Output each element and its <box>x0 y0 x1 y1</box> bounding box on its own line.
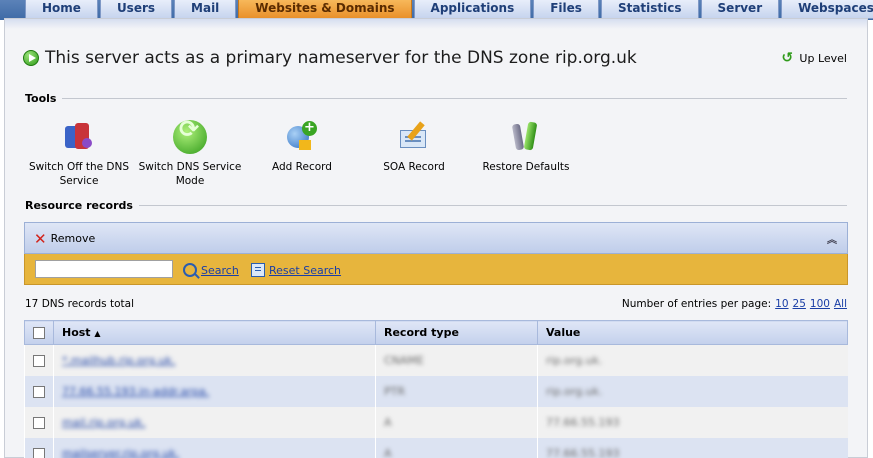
tab-websites-domains[interactable]: Websites & Domains <box>238 0 412 19</box>
tool-add-record[interactable]: + Add Record <box>262 120 342 174</box>
row-checkbox[interactable] <box>33 447 45 458</box>
tab-applications[interactable]: Applications <box>413 0 532 19</box>
tab-users[interactable]: Users <box>99 0 173 19</box>
per-page-100[interactable]: 100 <box>810 298 830 310</box>
tool-label: SOA Record <box>383 161 445 173</box>
entries-per-page: Number of entries per page: 10 25 100 Al… <box>622 298 847 310</box>
row-checkbox[interactable] <box>33 416 45 429</box>
tab-webspaces[interactable]: Webspaces <box>781 0 873 19</box>
row-type: A <box>384 446 392 458</box>
tab-files[interactable]: Files <box>533 0 599 19</box>
tool-switch-dns-mode[interactable]: Switch DNS Service Mode <box>136 120 244 188</box>
main-tabs: Home Users Mail Websites & Domains Applicati… <box>25 0 873 19</box>
tool-soa-record[interactable]: SOA Record <box>376 120 452 174</box>
search-input[interactable] <box>35 260 173 278</box>
select-all-checkbox[interactable] <box>33 327 45 339</box>
remove-x-icon: ✕ <box>34 229 47 248</box>
row-type: A <box>384 415 392 429</box>
row-host-link[interactable]: *.mailhub.rip.org.uk. <box>62 354 175 367</box>
tab-statistics[interactable]: Statistics <box>600 0 699 19</box>
sort-asc-icon: ▲ <box>94 329 101 338</box>
table-row: 77.66.55.193.in-addr.arpa. PTR rip.org.u… <box>24 375 848 407</box>
tools-divider <box>60 98 847 99</box>
page-title-text: This server acts as a primary nameserver… <box>45 48 637 68</box>
reset-search-icon <box>251 263 265 277</box>
resource-records-heading: Resource records <box>25 199 139 212</box>
row-value: rip.org.uk. <box>546 353 603 367</box>
records-divider <box>130 205 847 206</box>
search-icon <box>183 263 197 277</box>
table-row: mailserver.rip.org.uk. A 77.66.55.193 <box>24 437 848 458</box>
tool-label: Add Record <box>272 161 332 173</box>
dns-off-icon <box>62 120 96 154</box>
search-label: Search <box>201 263 239 277</box>
column-record-type[interactable]: Record type <box>375 320 538 345</box>
tool-label: Switch Off the DNS Service <box>28 161 130 187</box>
reset-search-label: Reset Search <box>269 263 342 277</box>
tab-server[interactable]: Server <box>700 0 780 19</box>
column-host[interactable]: Host ▲ <box>53 320 376 345</box>
restore-defaults-icon <box>509 120 543 154</box>
search-button[interactable]: Search <box>183 263 239 277</box>
reset-search-button[interactable]: Reset Search <box>251 263 341 277</box>
records-total: 17 DNS records total <box>25 298 134 310</box>
page-title: This server acts as a primary nameserver… <box>23 48 637 68</box>
row-host-link[interactable]: mail.rip.org.uk. <box>62 416 146 429</box>
tools-heading: Tools <box>25 92 63 105</box>
go-arrow-icon <box>23 50 39 66</box>
per-page-25[interactable]: 25 <box>793 298 806 310</box>
up-level-label: Up Level <box>799 51 847 65</box>
tab-home[interactable]: Home <box>25 0 98 19</box>
soa-record-icon <box>397 120 431 154</box>
per-page-label: Number of entries per page: <box>621 298 772 310</box>
host-header-label: Host <box>62 326 91 339</box>
row-host-link[interactable]: mailserver.rip.org.uk. <box>62 447 179 458</box>
up-level-link[interactable]: ↺ Up Level <box>781 51 847 65</box>
tools-panel: Switch Off the DNS Service Switch DNS Se… <box>22 120 622 190</box>
per-page-10[interactable]: 10 <box>775 298 788 310</box>
list-toolbar: ✕ Remove ︽ <box>24 222 848 254</box>
row-host-link[interactable]: 77.66.55.193.in-addr.arpa. <box>62 385 209 398</box>
row-value: 77.66.55.193 <box>546 415 620 429</box>
row-checkbox[interactable] <box>33 354 45 367</box>
row-checkbox[interactable] <box>33 385 45 398</box>
add-record-icon: + <box>285 120 319 154</box>
tab-mail[interactable]: Mail <box>174 0 237 19</box>
remove-label: Remove <box>50 232 96 245</box>
records-table: Host ▲ Record type Value *.mailhub.rip.o… <box>24 320 848 458</box>
row-type: CNAME <box>384 353 424 367</box>
up-arrow-icon: ↺ <box>781 50 794 66</box>
table-row: *.mailhub.rip.org.uk. CNAME rip.org.uk. <box>24 344 848 376</box>
tool-switch-off-dns[interactable]: Switch Off the DNS Service <box>22 120 136 188</box>
frame-glow <box>5 19 867 29</box>
tool-label: Restore Defaults <box>482 161 570 173</box>
table-row: mail.rip.org.uk. A 77.66.55.193 <box>24 406 848 438</box>
tool-label: Switch DNS Service Mode <box>138 161 242 187</box>
collapse-chevron-icon[interactable]: ︽ <box>827 231 837 246</box>
select-all-header <box>24 320 54 345</box>
column-value[interactable]: Value <box>537 320 848 345</box>
remove-button[interactable]: ✕ Remove <box>34 229 96 248</box>
switch-mode-icon <box>173 120 207 154</box>
tool-restore-defaults[interactable]: Restore Defaults <box>480 120 572 174</box>
row-value: rip.org.uk. <box>546 384 603 398</box>
per-page-all[interactable]: All <box>834 298 847 310</box>
row-type: PTR <box>384 384 405 398</box>
row-value: 77.66.55.193 <box>546 446 620 458</box>
search-bar: Search Reset Search <box>24 254 848 285</box>
